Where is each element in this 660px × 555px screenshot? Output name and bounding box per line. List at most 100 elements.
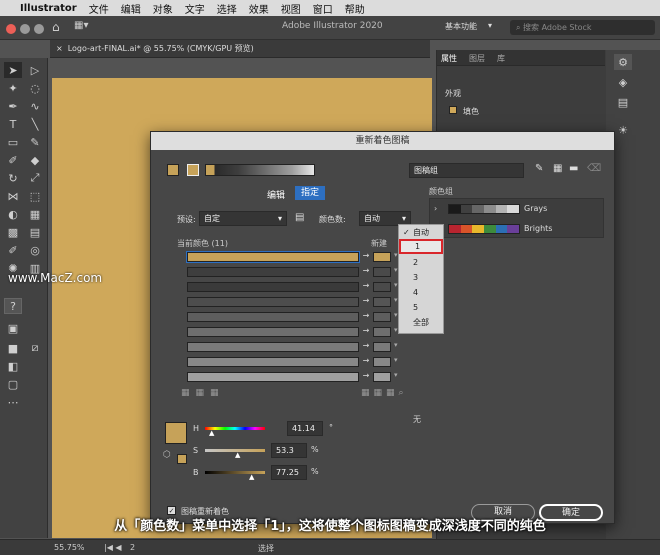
workspace-switcher[interactable]: 基本功能	[445, 21, 477, 32]
direct-selection-tool-icon[interactable]: ▷	[26, 62, 44, 78]
menu-file[interactable]: 文件	[89, 1, 109, 16]
blend-tool-icon[interactable]: ◎	[26, 242, 44, 258]
properties-panel-icon[interactable]: ⚙	[614, 54, 632, 70]
arrow-right-icon[interactable]: →	[361, 326, 371, 335]
color-mode-icon[interactable]: ■	[4, 340, 22, 356]
pen-tool-icon[interactable]: ✒	[4, 98, 22, 114]
menu-item-3[interactable]: 3	[399, 270, 443, 285]
eyedropper-icon[interactable]: ✐	[4, 242, 22, 258]
arrow-right-icon[interactable]: →	[361, 371, 371, 380]
arrow-right-icon[interactable]: →	[361, 356, 371, 365]
group-color-swatch[interactable]	[449, 225, 461, 233]
expand-group-icon[interactable]: ›	[434, 204, 437, 213]
chevron-down-icon[interactable]: ▾	[394, 341, 398, 349]
tab-libraries[interactable]: 库	[497, 53, 505, 64]
recolor-artwork-checkbox[interactable]: ✓	[167, 506, 176, 515]
preset-select[interactable]: 自定 ▾	[199, 211, 287, 226]
row-tools-icons[interactable]: ▦▦▦	[181, 388, 225, 398]
layers-panel-icon[interactable]: ◈	[614, 74, 632, 90]
tab-assign[interactable]: 指定	[295, 186, 325, 200]
minimize-window-icon[interactable]	[20, 24, 30, 34]
chevron-down-icon[interactable]: ▾	[394, 326, 398, 334]
shaper-tool-icon[interactable]: ✐	[4, 152, 22, 168]
current-color-row[interactable]	[186, 251, 360, 263]
group-color-swatch[interactable]	[507, 205, 520, 213]
perspective-grid-icon[interactable]: ▦	[26, 206, 44, 222]
tab-properties[interactable]: 属性	[441, 53, 457, 64]
eyedropper-icon[interactable]: ✎	[535, 163, 543, 174]
stock-search-input[interactable]: ⌕ 搜索 Adobe Stock	[510, 20, 655, 35]
small-color-swatch[interactable]	[177, 454, 187, 464]
menu-item-2[interactable]: 2	[399, 255, 443, 270]
shape-builder-icon[interactable]: ◐	[4, 206, 22, 222]
new-color-swatch[interactable]	[373, 342, 391, 352]
curvature-tool-icon[interactable]: ∿	[26, 98, 44, 114]
menu-view[interactable]: 视图	[281, 1, 301, 16]
type-tool-icon[interactable]: T	[4, 116, 22, 132]
menu-item-auto[interactable]: ✓ 自动	[399, 225, 443, 240]
current-color-row[interactable]	[187, 312, 359, 322]
edit-toolbar-icon[interactable]: ?	[4, 298, 22, 314]
menu-object[interactable]: 对象	[153, 1, 173, 16]
active-color-swatch[interactable]	[187, 164, 199, 176]
group-color-swatch[interactable]	[472, 225, 485, 233]
group-color-swatch[interactable]	[449, 205, 461, 213]
current-color-row[interactable]	[187, 297, 359, 307]
document-tab[interactable]: × Logo-art-FINAL.ai* @ 55.75% (CMYK/GPU …	[50, 40, 430, 58]
libraries-panel-icon[interactable]: ▤	[614, 94, 632, 110]
artboard-number[interactable]: 2	[130, 543, 135, 552]
chevron-down-icon[interactable]: ▾	[394, 311, 398, 319]
scale-tool-icon[interactable]: ⤢	[26, 170, 44, 186]
arrow-right-icon[interactable]: →	[361, 281, 371, 290]
fill-stroke-icon[interactable]: ▣	[4, 320, 22, 336]
color-mode-cube-icon[interactable]: ⬡	[163, 450, 171, 460]
menu-item-5[interactable]: 5	[399, 300, 443, 315]
group-color-swatch[interactable]	[484, 205, 496, 213]
rectangle-tool-icon[interactable]: ▭	[4, 134, 22, 150]
brightness-input[interactable]: 77.25	[271, 465, 307, 480]
current-color-row[interactable]	[187, 357, 359, 367]
new-color-group-icon[interactable]: ▦	[553, 163, 562, 174]
group-color-swatch[interactable]	[507, 225, 520, 233]
magic-wand-icon[interactable]: ✦	[4, 80, 22, 96]
chevron-down-icon[interactable]: ▾	[394, 371, 398, 379]
gradient-tool-icon[interactable]: ▤	[26, 224, 44, 240]
free-transform-icon[interactable]: ⬚	[26, 188, 44, 204]
more-tools-icon[interactable]: ⋯	[4, 394, 22, 410]
saturation-input[interactable]: 53.3	[271, 443, 307, 458]
trash-icon[interactable]: ⌫	[587, 163, 601, 174]
home-icon[interactable]: ⌂	[52, 20, 60, 34]
rotate-tool-icon[interactable]: ↻	[4, 170, 22, 186]
new-color-swatch[interactable]	[373, 297, 391, 307]
chevron-down-icon[interactable]: ▾	[394, 266, 398, 274]
current-color-row[interactable]	[187, 342, 359, 352]
arrow-right-icon[interactable]: →	[361, 311, 371, 320]
selection-tool-icon[interactable]: ➤	[4, 62, 22, 78]
brights-swatches[interactable]	[448, 224, 520, 234]
group-brights-name[interactable]: Brights	[524, 224, 552, 233]
menu-item-4[interactable]: 4	[399, 285, 443, 300]
menu-effect[interactable]: 效果	[249, 1, 269, 16]
hue-input[interactable]: 41.14	[287, 421, 323, 436]
brightness-slider-handle[interactable]: ▲	[249, 473, 254, 481]
current-color-swatch[interactable]	[167, 164, 179, 176]
group-color-swatch[interactable]	[472, 205, 485, 213]
paintbrush-icon[interactable]: ✎	[26, 134, 44, 150]
line-tool-icon[interactable]: ╲	[26, 116, 44, 132]
menu-edit[interactable]: 编辑	[121, 1, 141, 16]
menu-app-name[interactable]: Illustrator	[20, 3, 77, 14]
current-color-row[interactable]	[187, 327, 359, 337]
group-color-swatch[interactable]	[460, 205, 473, 213]
zoom-level[interactable]: 55.75%	[54, 543, 85, 552]
width-tool-icon[interactable]: ⋈	[4, 188, 22, 204]
arrow-right-icon[interactable]: →	[361, 251, 371, 260]
screen-mode-icon[interactable]: ▢	[4, 376, 22, 392]
assign-tools-icons[interactable]: ▦▦▦⌕	[361, 388, 408, 398]
page-nav-icon[interactable]: |◀ ◀	[104, 543, 122, 552]
new-color-swatch[interactable]	[373, 327, 391, 337]
group-color-swatch[interactable]	[495, 205, 508, 213]
group-color-swatch[interactable]	[484, 225, 496, 233]
chevron-down-icon[interactable]: ▾	[394, 251, 398, 259]
none-color-icon[interactable]: ⧄	[26, 340, 44, 356]
saturation-slider-handle[interactable]: ▲	[235, 451, 240, 459]
